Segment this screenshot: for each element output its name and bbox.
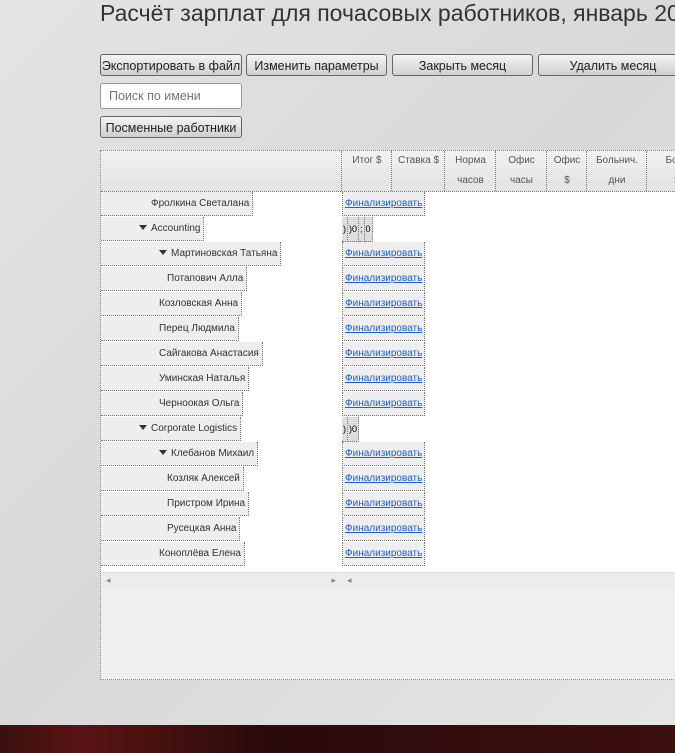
finalize-link[interactable]: Финализировать (342, 192, 426, 216)
row-label: Сайгакова Анастасия (101, 342, 263, 366)
row-label[interactable]: Corporate Logistics (101, 417, 242, 441)
row-label: Фролкина Светалана (101, 192, 254, 216)
footer-background (0, 725, 675, 753)
finalize-link[interactable]: Финализировать (342, 467, 426, 491)
row-name: Козляк Алексей (167, 473, 240, 484)
finalize-link[interactable]: Финализировать (342, 392, 426, 416)
row-name: Коноплёва Елена (159, 548, 241, 559)
column-header-text: часы (510, 175, 533, 186)
row-label: Коноплёва Елена (101, 542, 245, 566)
delete-month-button[interactable]: Удалить месяц (538, 54, 675, 76)
row-name: Клебанов Михаил (171, 448, 255, 459)
row-name: Уминская Наталья (159, 373, 246, 384)
change-params-button[interactable]: Изменить параметры (246, 54, 387, 76)
group-totals: ))0; 0 (342, 217, 373, 242)
finalize-link[interactable]: Финализировать (342, 517, 426, 541)
row-name: Черноокая Ольга (159, 398, 240, 409)
shift-workers-button[interactable]: Посменные работники (100, 116, 242, 138)
row-label: Козловская Анна (101, 292, 243, 316)
column-header[interactable]: Итог $ (341, 151, 392, 191)
table-row: Пристром Ирина Финализировать (101, 492, 675, 517)
finalize-link[interactable]: Финализировать (342, 492, 426, 516)
table-row: Фролкина Светалана Финализировать (101, 192, 675, 217)
row-label: Уминская Наталья (101, 367, 250, 391)
collapse-triangle-icon[interactable] (139, 225, 147, 230)
table-row: Козляк Алексей Финализировать (101, 467, 675, 492)
total-cell: 0 (364, 217, 373, 242)
finalize-link[interactable]: Финализировать (342, 342, 426, 366)
row-name: Мартиновская Татьяна (171, 248, 278, 259)
column-header-text: Больнич. (595, 155, 639, 166)
table-row: Уминская Наталья Финализировать (101, 367, 675, 392)
finalize-link[interactable]: Финализировать (342, 542, 426, 566)
row-name: Accounting (151, 223, 201, 234)
row-label[interactable]: Мартиновская Татьяна (101, 242, 282, 266)
table-row: Клебанов Михаил Финализировать (101, 442, 675, 467)
row-name: Потапович Алла (167, 273, 244, 284)
row-label[interactable]: Клебанов Михаил (101, 442, 259, 466)
payroll-grid: Итог $ Ставка $ Норма часов Офис часы Офис $ Бол… (100, 150, 675, 680)
column-header[interactable]: Офис $ (546, 151, 587, 191)
column-header-text: Боль (665, 155, 675, 166)
row-name: Сайгакова Анастасия (159, 348, 259, 359)
row-name: Козловская Анна (159, 298, 239, 309)
row-name: Перец Людмила (159, 323, 235, 334)
finalize-link[interactable]: Финализировать (342, 442, 426, 466)
table-row: Сайгакова Анастасия Финализировать (101, 342, 675, 367)
row-name: Пристром Ирина (167, 498, 246, 509)
table-row: Перец Людмила Финализировать (101, 317, 675, 342)
column-header[interactable]: Офис часы (495, 151, 547, 191)
collapse-triangle-icon[interactable] (139, 425, 147, 430)
total-cell: )0 (348, 217, 360, 242)
finalize-link[interactable]: Финализировать (342, 317, 426, 341)
column-header-text: дни (608, 175, 626, 186)
column-header-text: $ (564, 175, 570, 186)
table-row: Потапович Алла Финализировать (101, 267, 675, 292)
row-label: Пристром Ирина (101, 492, 250, 516)
column-header-text: Норма (455, 155, 486, 166)
page-title: Расчёт зарплат для почасовых работников,… (100, 0, 675, 26)
row-label[interactable]: Accounting (101, 217, 205, 241)
finalize-link[interactable]: Финализировать (342, 292, 426, 316)
column-header-text: $ (647, 171, 675, 191)
row-label: Потапович Алла (101, 267, 248, 291)
column-header[interactable]: Боль $ (646, 151, 675, 191)
grid-header: Итог $ Ставка $ Норма часов Офис часы Офис $ Бол… (101, 151, 675, 192)
row-name: Русецкая Анна (167, 523, 237, 534)
table-row: Черноокая Ольга Финализировать (101, 392, 675, 417)
row-label: Козляк Алексей (101, 467, 244, 491)
column-header[interactable]: Ставка $ (391, 151, 445, 191)
collapse-triangle-icon[interactable] (159, 250, 167, 255)
row-label: Перец Людмила (101, 317, 239, 341)
column-header[interactable]: Больнич. дни (586, 151, 647, 191)
left-scrollbar[interactable]: ◂ ▸ (101, 572, 341, 588)
finalize-link[interactable]: Финализировать (342, 367, 426, 391)
search-input[interactable] (100, 83, 242, 109)
group-row: Corporate Logistics ))0 (101, 417, 675, 442)
grid-body: Фролкина Светалана Финализировать Accounti… (101, 192, 675, 572)
row-label: Русецкая Анна (101, 517, 241, 541)
row-name: Corporate Logistics (151, 423, 238, 434)
column-header-text: Офис (553, 155, 581, 166)
table-row: Козловская Анна Финализировать (101, 292, 675, 317)
collapse-triangle-icon[interactable] (159, 450, 167, 455)
column-header-text: Офис (508, 155, 535, 166)
close-month-button[interactable]: Закрыть месяц (392, 54, 533, 76)
column-header[interactable]: Норма часов (444, 151, 496, 191)
group-totals: ))0 (342, 417, 360, 442)
total-cell: )0 (348, 417, 360, 442)
finalize-link[interactable]: Финализировать (342, 242, 426, 266)
column-header-text: часов (457, 175, 484, 186)
column-header-text: Итог $ (352, 155, 382, 166)
group-row: Accounting ))0; 0 (101, 217, 675, 242)
right-scrollbar[interactable]: ◂ (342, 572, 675, 588)
row-name: Фролкина Светалана (151, 198, 250, 209)
finalize-link[interactable]: Финализировать (342, 267, 426, 291)
row-label: Черноокая Ольга (101, 392, 244, 416)
table-row: Мартиновская Татьяна Финализировать (101, 242, 675, 267)
export-button[interactable]: Экспортировать в файл (100, 54, 242, 76)
column-header-text: Ставка $ (397, 155, 440, 166)
table-row: Русецкая Анна Финализировать (101, 517, 675, 542)
table-row: Коноплёва Елена Финализировать (101, 542, 675, 567)
